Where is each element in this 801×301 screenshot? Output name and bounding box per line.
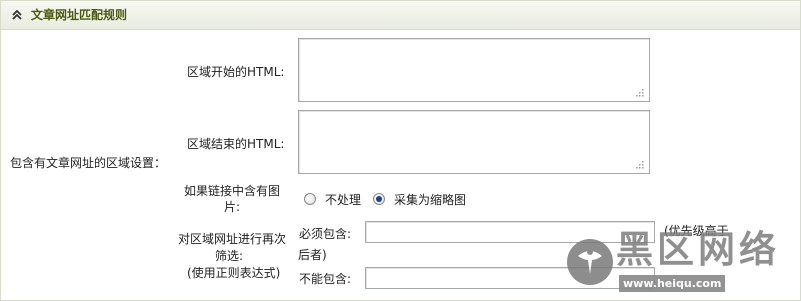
filter-label-line1: 对区域网址进行再次 [178,232,287,246]
area-end-textarea[interactable] [298,110,650,174]
resize-grip-icon[interactable] [636,89,644,97]
region-settings-label: 包含有文章网址的区域设置： [10,156,167,170]
radio-thumbnail[interactable] [373,193,385,205]
image-handling-label: 如果链接中含有图片: [184,184,281,214]
resize-grip-icon[interactable] [636,161,644,169]
collapse-chevron-icon[interactable] [12,10,22,20]
watermark-text: 黑区网络 [616,228,780,271]
radio-no-process-label[interactable]: 不处理 [325,192,361,208]
panel-title: 文章网址匹配规则 [31,8,128,22]
cannot-include-label: 不能包含: [299,272,352,286]
priority-note-line2: 后者) [298,248,327,262]
radio-thumbnail-label[interactable]: 采集为缩略图 [394,192,466,208]
area-end-label: 区域结束的HTML: [187,137,285,151]
must-include-label: 必须包含: [299,227,352,241]
radio-no-process[interactable] [304,193,316,205]
heiqu-logo-icon [567,239,613,285]
panel-header[interactable]: 文章网址匹配规则 [1,1,800,30]
filter-label-line2: 筛选: [215,249,244,263]
watermark-url: www.heiqu.com [619,275,726,292]
area-start-label: 区域开始的HTML: [187,65,285,79]
area-start-textarea[interactable] [298,38,650,102]
filter-label-line3: (使用正则表达式) [187,266,281,280]
